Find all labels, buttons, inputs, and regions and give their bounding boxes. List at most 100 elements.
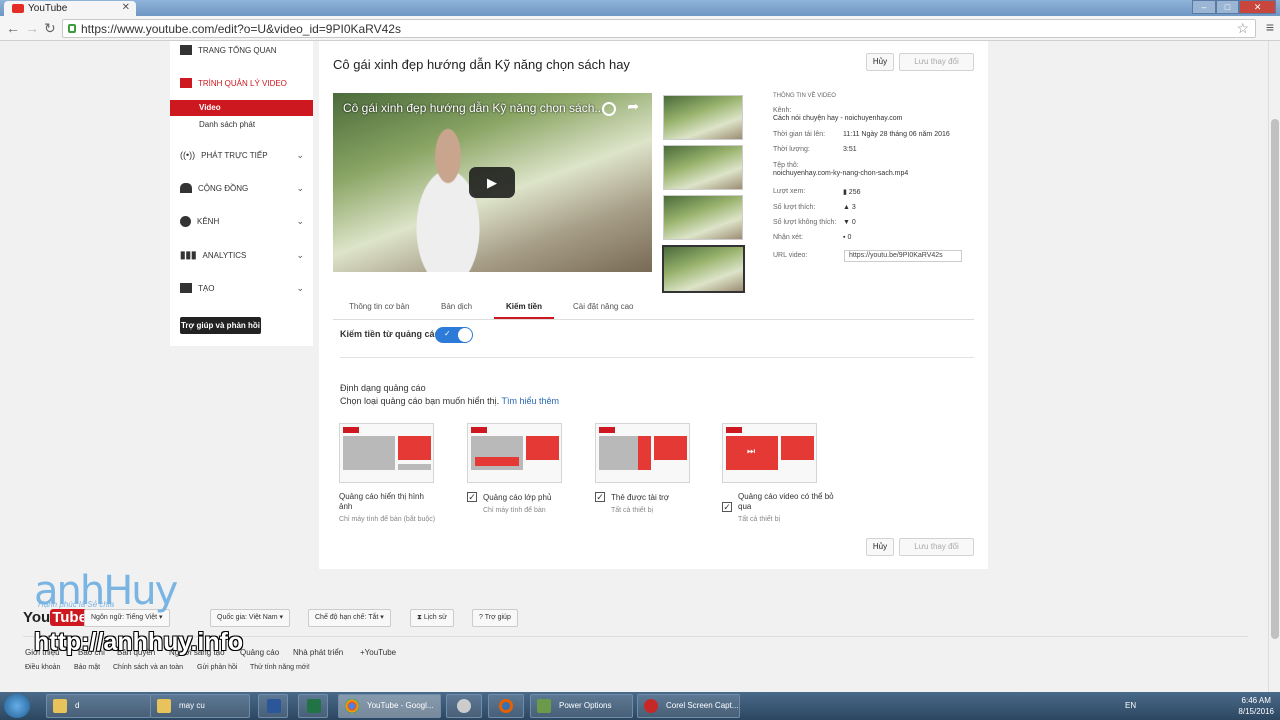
display-ad-block <box>526 436 559 460</box>
cancel-button[interactable]: Hủy <box>866 53 894 71</box>
footer-link[interactable]: +YouTube <box>360 648 396 657</box>
footer-link[interactable]: Điều khoản <box>25 664 60 671</box>
info-label: Số lượt không thích: <box>773 219 837 226</box>
footer-link[interactable]: Gửi phản hồi <box>197 664 238 671</box>
info-value: 3:51 <box>843 146 857 153</box>
chevron-down-icon: ⌄ <box>296 250 304 260</box>
footer-link[interactable]: Chính sách và an toàn <box>113 664 183 671</box>
tab-translation[interactable]: Bản dịch <box>441 302 472 311</box>
thumbnail-option-selected[interactable] <box>662 245 745 293</box>
sidebar-item-dashboard[interactable]: TRANG TỔNG QUAN <box>180 45 304 55</box>
taskbar-item-corel[interactable]: Corel Screen Capt... <box>637 694 740 718</box>
sidebar-item-label: TRÌNH QUẢN LÝ VIDEO <box>198 78 287 88</box>
sidebar-item-channel[interactable]: KÊNH ⌄ <box>180 216 304 227</box>
taskbar-item-word[interactable] <box>258 694 288 718</box>
taskbar-item-excel[interactable] <box>298 694 328 718</box>
info-value: 11:11 Ngày 28 tháng 06 năm 2016 <box>843 131 950 138</box>
monetize-toggle[interactable]: ✓ <box>435 327 473 343</box>
taskbar-item-chrome[interactable]: YouTube - Googl... <box>338 694 441 718</box>
thumbnail-option[interactable] <box>663 95 743 140</box>
browser-tab[interactable]: YouTube ✕ <box>4 1 136 16</box>
info-label: Thời lượng: <box>773 146 810 153</box>
learn-more-link[interactable]: Tìm hiểu thêm <box>501 396 559 406</box>
taskbar-item-folder-d[interactable]: d <box>46 694 151 718</box>
info-value: 3 <box>851 204 856 211</box>
footer-link[interactable]: Thử tính năng mới! <box>250 664 310 671</box>
watch-later-icon[interactable] <box>602 102 616 116</box>
tab-basic-info[interactable]: Thông tin cơ bản <box>349 302 409 311</box>
save-changes-button-bottom[interactable]: Lưu thay đổi <box>899 538 974 556</box>
sidebar-item-analytics[interactable]: ▮▮▮ ANALYTICS ⌄ <box>180 250 304 261</box>
cancel-button-bottom[interactable]: Hủy <box>866 538 894 556</box>
footer-link[interactable]: Nhà phát triển <box>293 648 343 657</box>
ad-format-sub: Tất cả thiết bị <box>611 507 654 514</box>
tab-title: YouTube <box>28 3 68 14</box>
display-ad-block <box>398 436 431 460</box>
folder-icon <box>157 699 171 713</box>
tab-advanced-settings[interactable]: Cài đặt nâng cao <box>573 302 634 311</box>
close-window-button[interactable]: ✕ <box>1239 0 1277 14</box>
ad-format-label: Thẻ được tài trợ <box>611 493 670 502</box>
sidebar-subitem-playlist[interactable]: Danh sách phát <box>199 120 255 129</box>
play-button[interactable]: ▶ <box>469 167 515 198</box>
history-button[interactable]: ⧗ Lịch sử <box>410 609 454 627</box>
tab-monetization[interactable]: Kiếm tiền <box>494 302 555 319</box>
video-title: Cô gái xinh đẹp hướng dẫn Kỹ năng chọn s… <box>333 57 630 72</box>
chevron-down-icon: ⌄ <box>296 216 304 226</box>
create-icon <box>180 283 192 293</box>
scrollbar-thumb[interactable] <box>1271 119 1279 639</box>
input-language[interactable]: EN <box>1125 701 1136 710</box>
bookmark-star-icon[interactable]: ☆ <box>1236 20 1249 37</box>
taskbar-item-app[interactable] <box>446 694 482 718</box>
minimize-button[interactable]: – <box>1192 0 1216 14</box>
sidebar-item-label: TẠO <box>198 283 215 293</box>
sidebar-item-label: TRANG TỔNG QUAN <box>198 45 277 55</box>
chevron-down-icon: ⌄ <box>296 282 304 293</box>
menu-icon[interactable]: ≡ <box>1266 19 1274 35</box>
sponsored-card-block <box>638 436 651 470</box>
ad-format-sub: Chỉ máy tính để bàn (bắt buộc) <box>339 516 436 523</box>
save-changes-button[interactable]: Lưu thay đổi <box>899 53 974 71</box>
ad-format-label: Quảng cáo hiển thị hình ảnh <box>339 492 424 511</box>
info-value: 0 <box>847 234 852 241</box>
restricted-label: Chế độ hạn chế: Tắt <box>315 614 379 621</box>
maximize-button[interactable]: □ <box>1215 0 1240 14</box>
video-player[interactable]: Cô gái xinh đẹp hướng dẫn Kỹ năng chọn s… <box>333 93 652 272</box>
taskbar-item-folder-maycu[interactable]: may cu <box>150 694 250 718</box>
ad-preview-display <box>339 423 434 483</box>
clock-time: 6:46 AM <box>1241 696 1271 705</box>
sidebar-item-live[interactable]: ((•)) PHÁT TRỰC TIẾP ⌄ <box>180 150 304 161</box>
folder-icon <box>53 699 67 713</box>
page-scrollbar[interactable] <box>1268 41 1280 692</box>
sidebar-item-create[interactable]: TẠO ⌄ <box>180 283 304 293</box>
ad-preview-overlay <box>467 423 562 483</box>
sidebar-item-video-manager[interactable]: TRÌNH QUẢN LÝ VIDEO <box>180 78 304 88</box>
footer-link[interactable]: Quảng cáo <box>240 648 279 657</box>
taskbar-item-firefox[interactable] <box>488 694 524 718</box>
thumbnail-option[interactable] <box>663 145 743 190</box>
info-value: 0 <box>851 219 856 226</box>
help-button[interactable]: ? Trợ giúp <box>472 609 518 627</box>
address-bar[interactable]: https://www.youtube.com/edit?o=U&video_i… <box>62 19 1256 38</box>
start-button[interactable] <box>4 694 30 718</box>
system-tray-clock[interactable]: 6:46 AM 8/15/2016 <box>1238 695 1274 717</box>
overlay-ad-checkbox[interactable]: ✓ <box>467 492 477 502</box>
restricted-mode-selector[interactable]: Chế độ hạn chế: Tắt ▾ <box>308 609 391 627</box>
thumbs-down-icon: ▼ <box>843 219 852 226</box>
back-arrow-icon[interactable]: ← <box>6 20 20 36</box>
tab-close-icon[interactable]: ✕ <box>122 2 130 13</box>
sponsored-card-checkbox[interactable]: ✓ <box>595 492 605 502</box>
reload-icon[interactable]: ↻ <box>44 20 56 37</box>
sidebar-subitem-video[interactable]: Video <box>170 100 313 116</box>
taskbar-item-power-options[interactable]: Power Options <box>530 694 633 718</box>
help-feedback-button[interactable]: Trợ giúp và phản hồi <box>180 317 261 334</box>
country-selector[interactable]: Quốc gia: Việt Nam ▾ <box>210 609 291 627</box>
footer-link[interactable]: Bảo mật <box>74 664 100 671</box>
share-icon[interactable]: ➦ <box>627 98 639 115</box>
video-url-field[interactable]: https://youtu.be/9PI0KaRV42s <box>844 250 962 262</box>
forward-arrow-icon[interactable]: → <box>25 20 39 36</box>
thumbnail-option[interactable] <box>663 195 743 240</box>
sidebar-item-community[interactable]: CỘNG ĐỒNG ⌄ <box>180 183 304 193</box>
clock-date: 8/15/2016 <box>1238 707 1274 716</box>
skippable-ad-checkbox[interactable]: ✓ <box>722 502 732 512</box>
